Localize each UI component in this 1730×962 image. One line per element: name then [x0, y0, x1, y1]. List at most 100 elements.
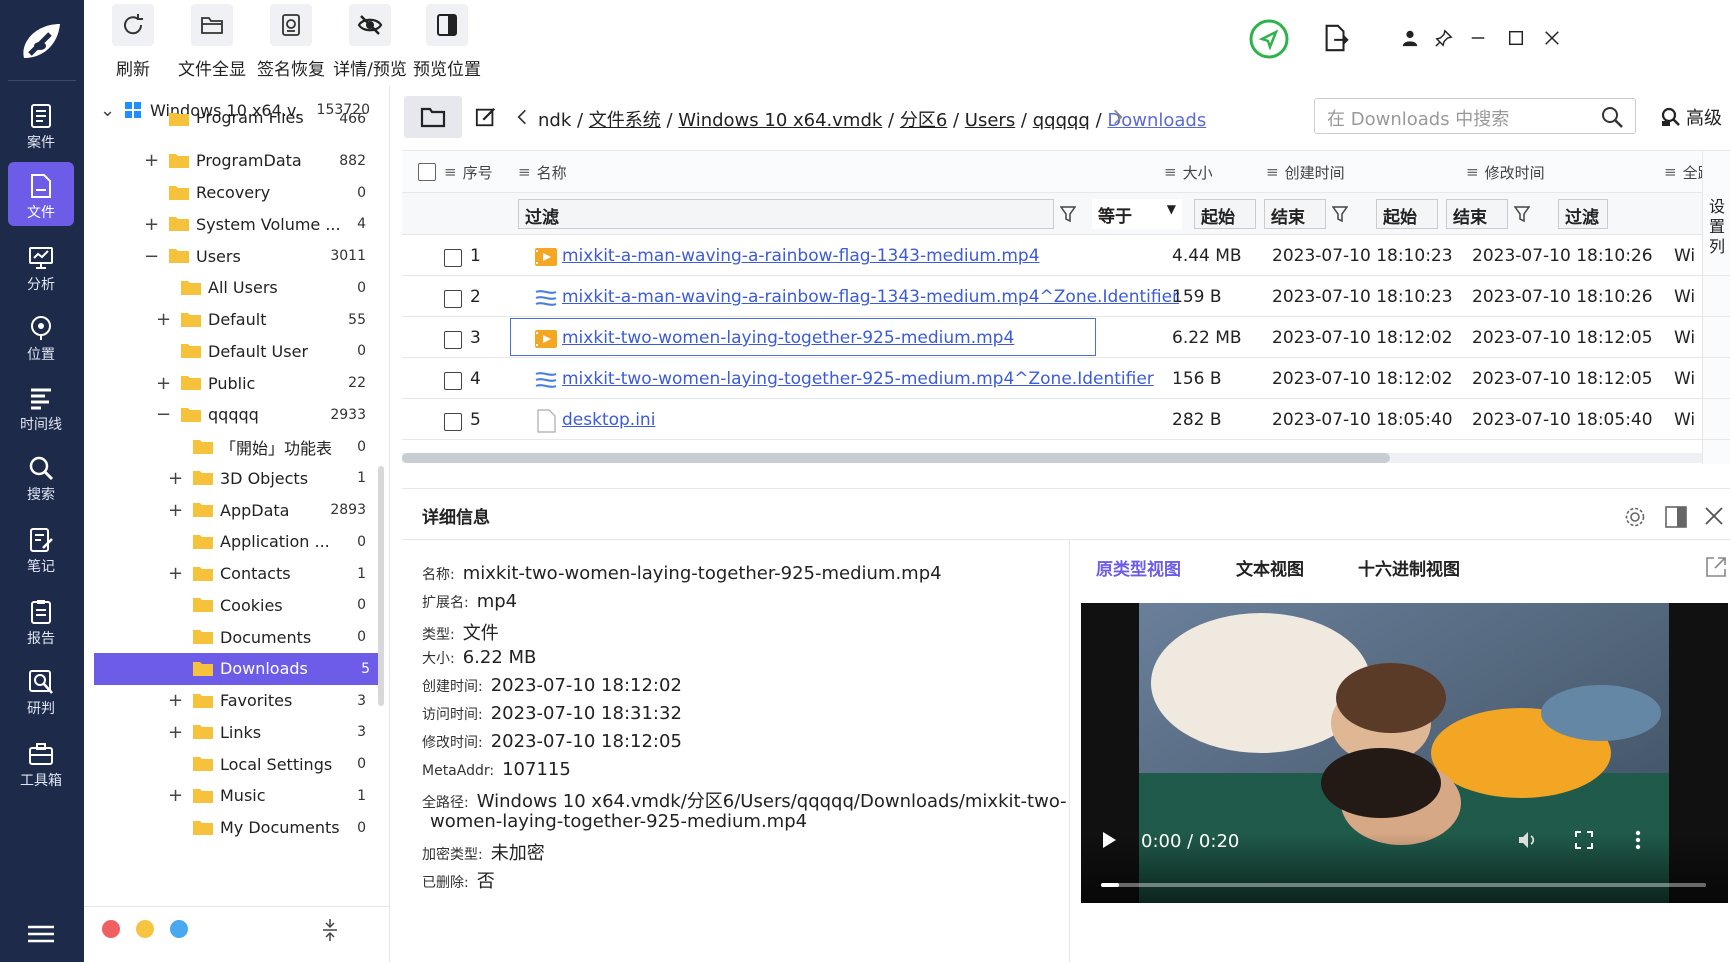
col-header-size[interactable]: ≡ 大小	[1164, 151, 1213, 193]
signature-recover-button[interactable]: 签名恢复	[251, 4, 331, 80]
tree-item[interactable]: − Users 3011	[94, 240, 374, 272]
advanced-search-button[interactable]: 高级	[1652, 96, 1730, 138]
video-progress-bar[interactable]	[1101, 883, 1706, 887]
created-end-input[interactable]: 结束	[1264, 199, 1326, 229]
file-name-link[interactable]: mixkit-a-man-waving-a-rainbow-flag-1343-…	[562, 246, 1040, 266]
split-panel-icon[interactable]	[1664, 505, 1688, 529]
collapse-icon[interactable]: −	[144, 246, 159, 267]
nav-analysis[interactable]: 分析	[8, 234, 74, 298]
expand-icon[interactable]: +	[156, 309, 171, 330]
show-all-files-button[interactable]: 文件全显	[172, 4, 252, 80]
col-header-modified[interactable]: ≡ 修改时间	[1466, 151, 1545, 193]
folder-view-button[interactable]	[404, 96, 462, 138]
file-name-link[interactable]: mixkit-a-man-waving-a-rainbow-flag-1343-…	[562, 287, 1179, 307]
pin-button[interactable]	[1430, 24, 1458, 52]
select-all-checkbox[interactable]	[418, 151, 436, 193]
tree-item[interactable]: + System Volume ... 4	[94, 208, 374, 240]
tab-native-view[interactable]: 原类型视图	[1096, 555, 1181, 580]
filter-icon[interactable]	[1514, 205, 1530, 223]
tree-item[interactable]: + Favorites 3	[94, 685, 374, 717]
expand-icon[interactable]: +	[156, 373, 171, 394]
tree-item[interactable]: My Documents 0	[94, 812, 374, 844]
nav-location[interactable]: 位置	[8, 304, 74, 368]
detail-preview-button[interactable]: 详情/预览	[330, 4, 410, 80]
path-back-button[interactable]	[510, 96, 534, 138]
file-name-link[interactable]: desktop.ini	[562, 410, 655, 430]
edit-path-button[interactable]	[466, 96, 506, 138]
gear-icon[interactable]	[1624, 506, 1646, 528]
col-header-created[interactable]: ≡ 创建时间	[1266, 151, 1345, 193]
nav-case[interactable]: 案件	[8, 92, 74, 156]
tree-item[interactable]: + Public 22	[94, 367, 374, 399]
expand-icon[interactable]: +	[168, 785, 183, 806]
tree-item[interactable]: Downloads 5	[94, 652, 378, 685]
expand-icon[interactable]: +	[168, 690, 183, 711]
row-checkbox[interactable]	[444, 249, 462, 267]
modified-end-input[interactable]: 结束	[1446, 199, 1508, 229]
tree-item[interactable]: +3D Objects 1	[94, 462, 374, 494]
tab-hex-view[interactable]: 十六进制视图	[1358, 555, 1460, 580]
expand-icon[interactable]: +	[168, 500, 183, 521]
breadcrumb-item[interactable]: Users	[965, 110, 1015, 131]
hamburger-menu-icon[interactable]	[28, 924, 54, 944]
video-player[interactable]: 0:00 / 0:20	[1081, 603, 1728, 903]
tree-item[interactable]: Default User 0	[94, 335, 374, 367]
tab-text-view[interactable]: 文本视图	[1236, 555, 1304, 580]
expand-icon[interactable]: +	[168, 468, 183, 489]
expand-icon[interactable]: +	[168, 722, 183, 743]
tree-item[interactable]: + Music 1	[94, 780, 374, 812]
fullscreen-icon[interactable]	[1575, 831, 1593, 849]
row-checkbox[interactable]	[444, 290, 462, 308]
collapse-icon[interactable]: −	[156, 404, 171, 425]
breadcrumb-item[interactable]: Windows 10 x64.vmdk	[678, 110, 882, 131]
nav-judge[interactable]: 研判	[8, 658, 74, 722]
tree-item[interactable]: Documents 0	[94, 621, 374, 653]
table-row[interactable]: 3 mixkit-two-women-laying-together-925-me…	[402, 317, 1730, 358]
file-name-link[interactable]: mixkit-two-women-laying-together-925-med…	[562, 369, 1154, 389]
search-input[interactable]: 在 Downloads 中搜索	[1314, 98, 1636, 134]
row-checkbox[interactable]	[444, 372, 462, 390]
nav-report[interactable]: 报告	[8, 588, 74, 652]
tree-item[interactable]: Local Settings 0	[94, 748, 374, 780]
expand-icon[interactable]: +	[144, 214, 159, 235]
col-header-index[interactable]: ≡ 序号	[444, 151, 493, 193]
expand-icon[interactable]: +	[144, 150, 159, 171]
close-window-button[interactable]	[1538, 24, 1566, 52]
tree-item[interactable]: Program Files 466	[94, 113, 374, 127]
nav-search[interactable]: 搜索	[8, 444, 74, 508]
breadcrumb-item[interactable]: 文件系统	[589, 110, 661, 131]
filter-icon[interactable]	[1332, 205, 1348, 223]
nav-timeline[interactable]: 时间线	[8, 374, 74, 438]
user-button[interactable]	[1396, 24, 1424, 52]
expand-icon[interactable]: +	[168, 563, 183, 584]
tree-scrollbar[interactable]	[378, 466, 384, 706]
more-options-icon[interactable]	[1635, 830, 1641, 850]
nav-files[interactable]: 文件	[8, 162, 74, 226]
tree-item[interactable]: + ProgramData 882	[94, 145, 374, 177]
nav-notes[interactable]: 笔记	[8, 516, 74, 580]
grid-horizontal-scrollbar[interactable]	[402, 453, 1702, 463]
tree-item[interactable]: + Links 3	[94, 716, 374, 748]
tree-item[interactable]: All Users 0	[94, 272, 374, 304]
table-row[interactable]: 5 desktop.ini 282 B 2023-07-10 18:05:40 2023…	[402, 399, 1730, 440]
open-external-icon[interactable]	[1704, 555, 1728, 579]
breadcrumb-item[interactable]: ndk	[538, 110, 571, 131]
breadcrumb-item[interactable]: qqqqq	[1033, 110, 1090, 131]
nav-toolbox[interactable]: 工具箱	[8, 730, 74, 794]
tree-item[interactable]: Cookies 0	[94, 589, 374, 621]
path-forward-button[interactable]	[1106, 96, 1130, 138]
created-start-input[interactable]: 起始	[1194, 199, 1256, 229]
tree-item[interactable]: Application ... 0	[94, 526, 374, 558]
tree-item[interactable]: − qqqqq 2933	[94, 399, 374, 431]
maximize-button[interactable]	[1502, 24, 1530, 52]
row-checkbox[interactable]	[444, 413, 462, 431]
tree-item[interactable]: + Contacts 1	[94, 558, 374, 590]
close-icon[interactable]	[1704, 506, 1724, 526]
tree-item[interactable]: Recovery 0	[94, 177, 374, 209]
breadcrumb-item[interactable]: 分区6	[900, 110, 947, 131]
filter-icon[interactable]	[1060, 205, 1076, 223]
table-row[interactable]: 1 mixkit-a-man-waving-a-rainbow-flag-1343…	[402, 235, 1730, 276]
table-row[interactable]: 4 mixkit-two-women-laying-together-925-me…	[402, 358, 1730, 399]
status-ok-button[interactable]	[1248, 18, 1290, 60]
full-path-filter-input[interactable]: 过滤	[1558, 199, 1608, 229]
